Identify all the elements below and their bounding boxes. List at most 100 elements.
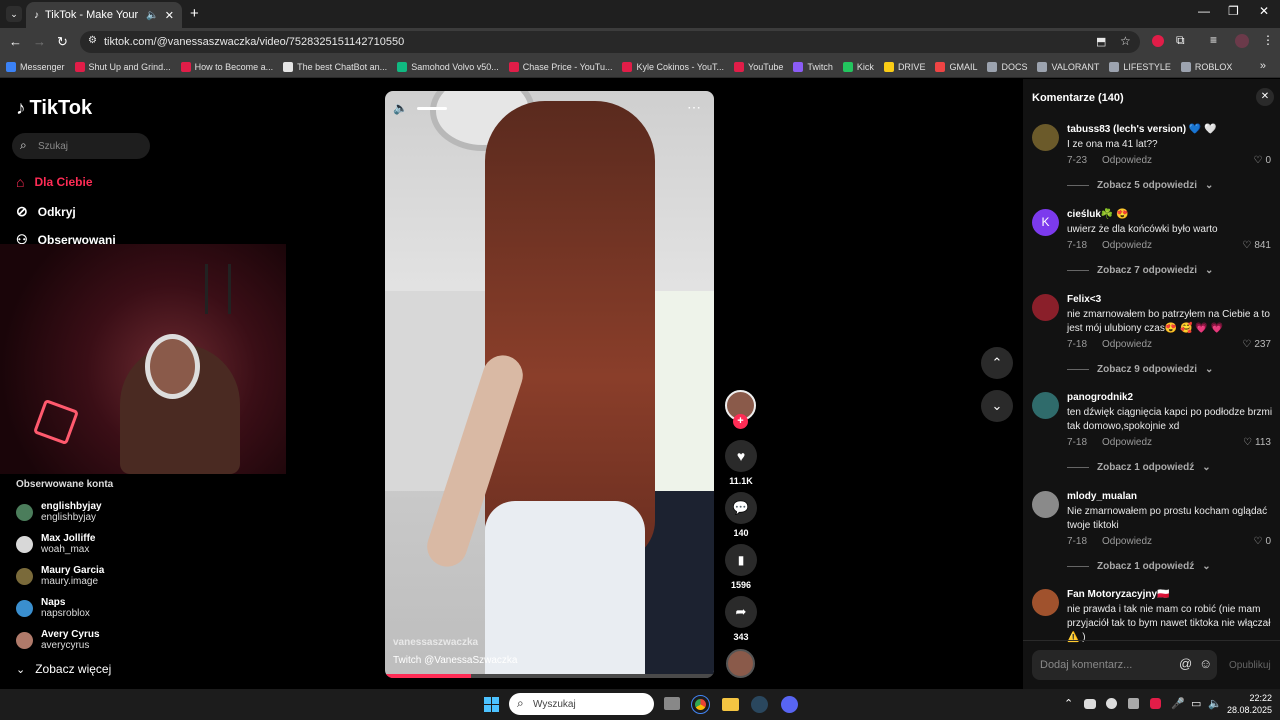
browser-tab[interactable]: ♪ TikTok - Make Your Day 🔈 ✕ [26, 2, 182, 28]
view-replies-button[interactable]: Zobacz 7 odpowiedzi ⌄ [1067, 265, 1213, 276]
reading-list-icon[interactable]: ≡ [1210, 33, 1217, 47]
discord-icon[interactable] [781, 696, 798, 713]
tray-chevron-icon[interactable]: ⌃ [1064, 697, 1073, 710]
back-button[interactable]: ← [9, 34, 22, 49]
view-replies-button[interactable]: Zobacz 5 odpowiedzi ⌄ [1067, 180, 1213, 191]
previous-video-button[interactable]: ⌃ [981, 347, 1013, 379]
comment-like-button[interactable]: ♡ 237 [1242, 339, 1271, 350]
extension-red-icon[interactable] [1152, 35, 1164, 47]
more-options-icon[interactable]: ⋯ [687, 99, 701, 116]
address-bar[interactable]: ⚙ tiktok.com/@vanessaszwaczka/video/7528… [80, 31, 1140, 53]
commenter-avatar[interactable] [1032, 589, 1059, 616]
microphone-icon[interactable]: 🎤 [1171, 697, 1185, 710]
volume-icon[interactable]: 🔈 [393, 101, 408, 115]
task-view-icon[interactable] [664, 697, 680, 710]
tray-discord-icon[interactable] [1084, 699, 1096, 709]
bookmark-item[interactable]: GMAIL [935, 61, 977, 72]
bookmark-item[interactable]: Messenger [6, 61, 65, 72]
volume-slider[interactable] [417, 107, 447, 110]
bookmark-item[interactable]: YouTube [734, 61, 783, 72]
comment-like-button[interactable]: ♡ 0 [1253, 155, 1271, 166]
bookmark-item[interactable]: LIFESTYLE [1109, 61, 1171, 72]
tray-red-icon[interactable] [1150, 698, 1161, 709]
video-author[interactable]: vanessaszwaczka [393, 637, 478, 648]
bookmark-item[interactable]: Twitch [793, 61, 833, 72]
reply-button[interactable]: Odpowiedz [1102, 339, 1152, 350]
commenter-name[interactable]: cieśluk☘️ 😍 [1067, 209, 1129, 220]
profile-avatar[interactable] [1235, 34, 1249, 48]
commenter-name[interactable]: Fan Motoryzacyjny🇵🇱 [1067, 589, 1169, 600]
share-button[interactable]: ➦ [725, 596, 757, 628]
bookmark-item[interactable]: Shut Up and Grind... [74, 61, 171, 72]
restore-button[interactable]: ❐ [1228, 4, 1239, 18]
followed-account-item[interactable]: Maury Garcia maury.image [16, 565, 104, 587]
tab-search-button[interactable]: ⌄ [6, 6, 22, 22]
minimize-button[interactable]: — [1198, 4, 1210, 18]
commenter-avatar[interactable]: K [1032, 209, 1059, 236]
comment-like-button[interactable]: ♡ 0 [1253, 536, 1271, 547]
bookmark-item[interactable]: ROBLOX [1180, 61, 1232, 72]
bookmark-item[interactable]: The best ChatBot an... [283, 61, 387, 72]
bookmark-item[interactable]: Chase Price - YouTu... [508, 61, 612, 72]
emoji-icon[interactable]: ☺ [1199, 656, 1212, 671]
comment-like-button[interactable]: ♡ 113 [1243, 437, 1271, 448]
followed-account-item[interactable]: Avery Cyrus averycyrus [16, 629, 100, 651]
commenter-avatar[interactable] [1032, 294, 1059, 321]
reload-button[interactable]: ↻ [57, 34, 68, 50]
commenter-name[interactable]: Felix<3 [1067, 294, 1101, 305]
commenter-avatar[interactable] [1032, 491, 1059, 518]
commenter-avatar[interactable] [1032, 124, 1059, 151]
clock-date[interactable]: 28.08.2025 [1224, 705, 1272, 715]
reply-button[interactable]: Odpowiedz [1102, 437, 1152, 448]
bookmark-item[interactable]: Kyle Cokinos - YouT... [622, 61, 724, 72]
bookmark-star-icon[interactable]: ☆ [1120, 34, 1131, 48]
next-video-button[interactable]: ⌄ [981, 390, 1013, 422]
view-replies-button[interactable]: Zobacz 1 odpowiedź ⌄ [1067, 462, 1211, 473]
commenter-name[interactable]: tabuss83 (lech's version) 💙 🤍 [1067, 124, 1217, 135]
commenter-name[interactable]: panogrodnik2 [1067, 392, 1133, 403]
nav-explore[interactable]: ⊘ Odkryj [16, 203, 76, 220]
tab-audio-icon[interactable]: 🔈 [146, 10, 158, 21]
nav-for-you[interactable]: ⌂ Dla Ciebie [16, 174, 93, 190]
see-more-button[interactable]: ⌄ Zobacz więcej [16, 662, 111, 676]
tab-close-icon[interactable]: ✕ [165, 9, 174, 22]
install-app-icon[interactable]: ⬒ [1096, 35, 1106, 48]
bookmark-item[interactable]: How to Become a... [180, 61, 273, 72]
bookmark-item[interactable]: VALORANT [1037, 61, 1099, 72]
like-button[interactable]: ♥ [725, 440, 757, 472]
reply-button[interactable]: Odpowiedz [1102, 155, 1152, 166]
chrome-icon[interactable] [691, 695, 710, 714]
sound-avatar[interactable] [726, 649, 755, 678]
mention-icon[interactable]: @ [1179, 656, 1192, 671]
browser-menu-icon[interactable]: ⋮ [1262, 33, 1274, 47]
reply-button[interactable]: Odpowiedz [1102, 536, 1152, 547]
reply-button[interactable]: Odpowiedz [1102, 240, 1152, 251]
site-info-icon[interactable]: ⚙ [88, 35, 97, 46]
video-player[interactable]: 🔈 ⋯ vanessaszwaczka Twitch @VanessaSzwac… [385, 91, 714, 678]
tiktok-logo[interactable]: ♪ TikTok [16, 97, 92, 120]
follow-plus-button[interactable]: + [733, 414, 748, 429]
windows-start-icon[interactable] [484, 697, 499, 712]
view-replies-button[interactable]: Zobacz 9 odpowiedzi ⌄ [1067, 364, 1213, 375]
search-input[interactable]: ⌕ Szukaj [12, 133, 150, 159]
window-close-button[interactable]: ✕ [1259, 4, 1269, 18]
comment-like-button[interactable]: ♡ 841 [1242, 240, 1271, 251]
close-comments-button[interactable]: ✕ [1256, 88, 1274, 106]
view-replies-button[interactable]: Zobacz 1 odpowiedź ⌄ [1067, 561, 1211, 572]
bookmark-item[interactable]: Samohod Volvo v50... [397, 61, 499, 72]
network-icon[interactable]: ▭ [1191, 697, 1201, 710]
clock-time[interactable]: 22:22 [1228, 693, 1272, 703]
followed-account-item[interactable]: Naps napsroblox [16, 597, 90, 619]
followed-account-item[interactable]: englishbyjay englishbyjay [16, 501, 102, 523]
comment-input[interactable]: Dodaj komentarz... @ ☺ [1032, 650, 1217, 680]
commenter-avatar[interactable] [1032, 392, 1059, 419]
new-tab-button[interactable]: + [190, 5, 199, 22]
publish-button[interactable]: Opublikuj [1229, 660, 1271, 671]
save-button[interactable]: ▮ [725, 544, 757, 576]
commenter-name[interactable]: mlody_mualan [1067, 491, 1137, 502]
forward-button[interactable]: → [33, 34, 46, 49]
comment-button[interactable]: 💬 [725, 492, 757, 524]
tray-steam-icon[interactable] [1106, 698, 1117, 709]
bookmark-item[interactable]: Kick [842, 61, 874, 72]
progress-track[interactable] [385, 674, 714, 678]
